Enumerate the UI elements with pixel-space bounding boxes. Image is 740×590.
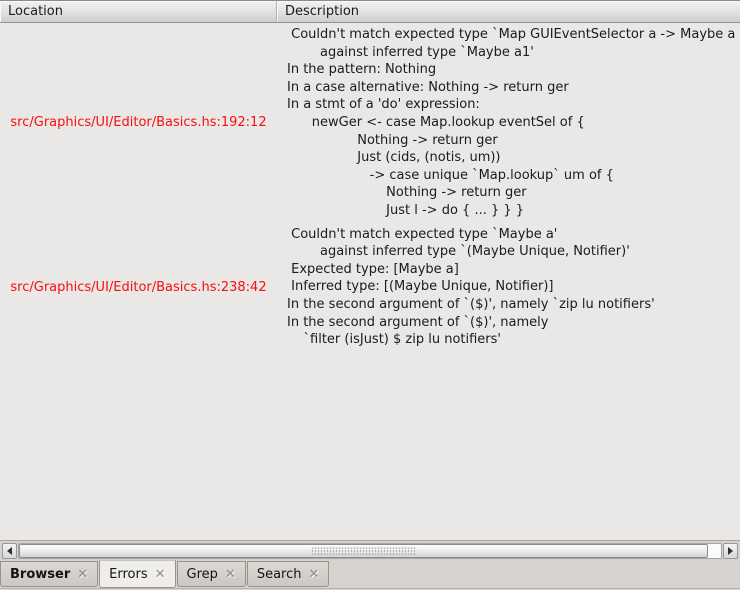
column-header-location[interactable]: Location — [0, 0, 277, 23]
error-list[interactable]: src/Graphics/UI/Editor/Basics.hs:192:12 … — [0, 23, 740, 540]
tab-search[interactable]: Search ✕ — [246, 561, 330, 587]
scrollbar-thumb[interactable] — [19, 543, 708, 558]
description-line: newGer <- case Map.lookup eventSel of { — [287, 114, 585, 130]
description-line: In the pattern: Nothing — [287, 62, 437, 78]
tab-errors[interactable]: Errors ✕ — [99, 560, 176, 588]
error-location: src/Graphics/UI/Editor/Basics.hs:238:42 — [10, 279, 267, 295]
description-line: In the second argument of `($)', namely … — [287, 296, 655, 312]
scrollbar-grip-icon — [310, 546, 417, 555]
scroll-left-icon — [7, 546, 12, 555]
description-line: In the second argument of `($)', namely — [287, 314, 549, 330]
description-line: Couldn't match expected type `Maybe a' — [287, 226, 558, 242]
description-line: Nothing -> return ger — [287, 132, 498, 148]
description-line: Just l -> do { ... } } } — [287, 202, 525, 218]
horizontal-scrollbar[interactable] — [0, 540, 740, 560]
description-line: against inferred type `Maybe a1' — [287, 44, 534, 60]
scroll-right-icon — [728, 546, 733, 555]
tab-label: Errors — [109, 566, 148, 582]
description-line: `filter (isJust) $ zip lu notifiers' — [287, 332, 501, 348]
scroll-left-button[interactable] — [2, 542, 17, 559]
error-row[interactable]: src/Graphics/UI/Editor/Basics.hs:192:12 … — [0, 23, 740, 223]
close-icon[interactable]: ✕ — [308, 568, 319, 581]
description-line: against inferred type `(Maybe Unique, No… — [287, 244, 630, 260]
column-header-label: Location — [8, 4, 63, 19]
tab-bar: Browser ✕ Errors ✕ Grep ✕ Search ✕ — [0, 560, 740, 590]
column-header-label: Description — [285, 4, 360, 19]
tab-label: Browser — [10, 566, 71, 582]
tab-label: Grep — [186, 566, 218, 582]
description-line: Nothing -> return ger — [287, 185, 527, 201]
description-line: Expected type: [Maybe a] — [287, 261, 459, 277]
scrollbar-trough[interactable] — [18, 542, 722, 559]
tab-label: Search — [256, 566, 302, 582]
tab-browser[interactable]: Browser ✕ — [0, 561, 99, 587]
description-line: -> case unique `Map.lookup` um of { — [287, 167, 614, 183]
description-line: In a stmt of a 'do' expression: — [287, 97, 480, 113]
close-icon[interactable]: ✕ — [225, 568, 236, 581]
close-icon[interactable]: ✕ — [77, 568, 88, 581]
error-location: src/Graphics/UI/Editor/Basics.hs:192:12 — [10, 115, 267, 131]
tab-grep[interactable]: Grep ✕ — [176, 561, 246, 587]
errors-panel-window: Location Description src/Graphics/UI/Edi… — [0, 0, 740, 590]
description-line: Just (cids, (notis, um)) — [287, 150, 501, 166]
scroll-right-button[interactable] — [723, 542, 738, 559]
description-line: Inferred type: [(Maybe Unique, Notifier)… — [287, 279, 554, 295]
description-line: Couldn't match expected type `Map GUIEve… — [287, 27, 736, 42]
column-headers: Location Description — [0, 0, 740, 23]
description-line: In a case alternative: Nothing -> return… — [287, 79, 569, 95]
column-header-description[interactable]: Description — [277, 0, 740, 23]
error-description: Couldn't match expected type `Map GUIEve… — [277, 26, 740, 220]
error-description: Couldn't match expected type `Maybe a' a… — [277, 226, 740, 349]
close-icon[interactable]: ✕ — [155, 568, 166, 581]
error-row[interactable]: src/Graphics/UI/Editor/Basics.hs:238:42 … — [0, 223, 740, 352]
